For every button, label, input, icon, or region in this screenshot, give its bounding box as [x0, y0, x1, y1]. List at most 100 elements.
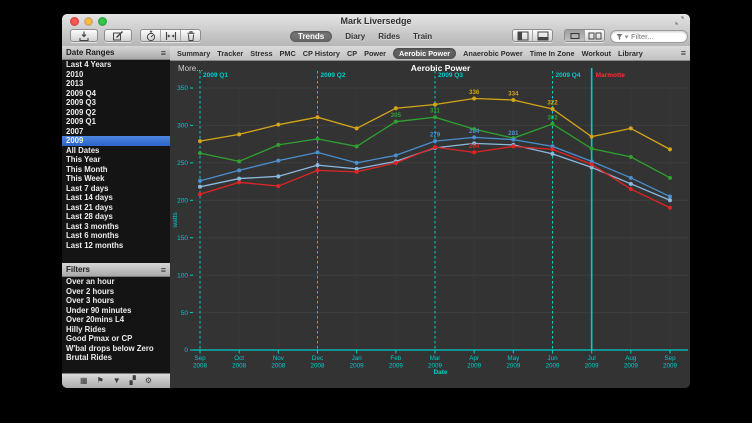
window-titlebar: Mark Liversedge — [62, 14, 690, 27]
date-range-last-12-months[interactable]: Last 12 months — [62, 241, 170, 251]
filter-over-2-hours[interactable]: Over 2 hours — [62, 287, 170, 297]
scope-tab-diary[interactable]: Diary — [345, 32, 365, 41]
date-range-2013[interactable]: 2013 — [62, 79, 170, 89]
svg-text:Dec2008: Dec2008 — [310, 355, 325, 370]
tab-time-in-zone[interactable]: Time In Zone — [530, 49, 575, 58]
filters-menu-icon[interactable]: ≡ — [161, 265, 166, 275]
tiled-view-button[interactable] — [565, 30, 585, 41]
svg-text:Mar2009: Mar2009 — [428, 355, 443, 370]
tab-library[interactable]: Library — [618, 49, 643, 58]
more-link[interactable]: More... — [178, 64, 203, 73]
download-activity-button[interactable] — [70, 29, 98, 42]
tab-tracker[interactable]: Tracker — [217, 49, 243, 58]
date-range-2010[interactable]: 2010 — [62, 70, 170, 80]
svg-text:334: 334 — [508, 90, 519, 97]
date-range-last-14-days[interactable]: Last 14 days — [62, 193, 170, 203]
scope-selector: Trends Diary Rides Train — [290, 29, 432, 43]
scope-tab-rides[interactable]: Rides — [378, 32, 400, 41]
date-range-this-month[interactable]: This Month — [62, 165, 170, 175]
sidebar-toggle-icon — [517, 31, 529, 41]
svg-text:Oct2008: Oct2008 — [232, 355, 247, 370]
svg-text:250: 250 — [177, 160, 188, 167]
date-range-2009-q2[interactable]: 2009 Q2 — [62, 108, 170, 118]
date-ranges-menu-icon[interactable]: ≡ — [161, 48, 166, 58]
date-range-last-21-days[interactable]: Last 21 days — [62, 203, 170, 213]
toggle-lowbar-button[interactable] — [533, 30, 552, 41]
filter-over-20mins-l4[interactable]: Over 20mins L4 — [62, 315, 170, 325]
date-range-last-6-months[interactable]: Last 6 months — [62, 231, 170, 241]
window-chrome: Mark Liversedge — [62, 14, 690, 47]
sidebar-bottom-toolbar: ▦ ⚑ ▼ ▞ ⚙ — [62, 373, 170, 388]
tab-pmc[interactable]: PMC — [280, 49, 296, 58]
tab-workout[interactable]: Workout — [582, 49, 611, 58]
svg-text:264: 264 — [469, 143, 480, 150]
filter-over-an-hour[interactable]: Over an hour — [62, 277, 170, 287]
date-range-last-3-months[interactable]: Last 3 months — [62, 222, 170, 232]
date-range-this-year[interactable]: This Year — [62, 155, 170, 165]
x-axis-title: Date — [433, 369, 447, 375]
trend-chart: 2009 Q12009 Q22009 Q32009 Q4Marmotte0501… — [170, 60, 690, 375]
tab-stress[interactable]: Stress — [250, 49, 272, 58]
date-range-2007[interactable]: 2007 — [62, 127, 170, 137]
tab-summary[interactable]: Summary — [177, 49, 210, 58]
tabbed-view-button[interactable] — [585, 30, 604, 41]
filter-brutal-rides[interactable]: Brutal Rides — [62, 353, 170, 363]
tab-cp[interactable]: CP — [347, 49, 357, 58]
toggle-sidebar-button[interactable] — [513, 30, 533, 41]
tab-cp-history[interactable]: CP History — [303, 49, 340, 58]
tiled-view-icon — [569, 31, 581, 41]
svg-text:150: 150 — [177, 235, 188, 242]
svg-text:322: 322 — [547, 99, 558, 106]
sidebar: Date Ranges ≡ Last 4 Years201020132009 Q… — [62, 46, 170, 388]
bookmark-icon[interactable]: ⚑ — [97, 374, 104, 388]
tab-power[interactable]: Power — [364, 49, 386, 58]
quarter-label-2009-q3: 2009 Q3 — [438, 72, 463, 79]
scope-tab-train[interactable]: Train — [413, 32, 432, 41]
tabbar-menu-icon[interactable]: ≡ — [681, 48, 686, 58]
svg-text:May2009: May2009 — [506, 355, 521, 370]
date-ranges-header[interactable]: Date Ranges ≡ — [62, 46, 170, 60]
date-range-2009-q3[interactable]: 2009 Q3 — [62, 98, 170, 108]
calendar-icon[interactable]: ▦ — [80, 374, 88, 388]
tab-aerobic-power[interactable]: Aerobic Power — [393, 48, 456, 59]
scope-tab-trends[interactable]: Trends — [290, 31, 332, 42]
quarter-label-2009-q2: 2009 Q2 — [321, 72, 346, 79]
delete-activity-button[interactable] — [181, 30, 200, 41]
gear-icon[interactable]: ⚙ — [145, 374, 152, 388]
svg-text:50: 50 — [181, 310, 189, 317]
filters-list: Over an hourOver 2 hoursOver 3 hoursUnde… — [62, 277, 170, 363]
svg-text:284: 284 — [469, 128, 480, 135]
svg-text:Feb2009: Feb2009 — [389, 355, 404, 370]
svg-text:305: 305 — [391, 112, 402, 119]
date-range-last-28-days[interactable]: Last 28 days — [62, 212, 170, 222]
tab-anaerobic-power[interactable]: Anaerobic Power — [463, 49, 523, 58]
filter-hilly-rides[interactable]: Hilly Rides — [62, 325, 170, 335]
date-range-2009-q1[interactable]: 2009 Q1 — [62, 117, 170, 127]
stopwatch-button[interactable] — [141, 30, 161, 41]
fullscreen-icon[interactable] — [675, 16, 684, 25]
svg-text:Sep2009: Sep2009 — [663, 355, 678, 370]
split-activity-button[interactable] — [161, 30, 181, 41]
date-range-2009[interactable]: 2009 — [62, 136, 170, 146]
date-ranges-title: Date Ranges — [66, 48, 114, 57]
svg-text:336: 336 — [469, 89, 480, 96]
filter-under-90-minutes[interactable]: Under 90 minutes — [62, 306, 170, 316]
filter-over-3-hours[interactable]: Over 3 hours — [62, 296, 170, 306]
date-range-all-dates[interactable]: All Dates — [62, 146, 170, 156]
filter-good-pmax-or-cp[interactable]: Good Pmax or CP — [62, 334, 170, 344]
manual-activity-button[interactable] — [104, 29, 132, 42]
chart-icon[interactable]: ▞ — [130, 374, 136, 388]
trash-icon — [185, 30, 197, 42]
date-ranges-list: Last 4 Years201020132009 Q42009 Q32009 Q… — [62, 60, 170, 250]
date-range-this-week[interactable]: This Week — [62, 174, 170, 184]
sidebar-toggles-group — [512, 29, 553, 42]
filter-funnel-icon[interactable] — [616, 33, 629, 41]
filter-w-bal-drops-below-zero[interactable]: W'bal drops below Zero — [62, 344, 170, 354]
date-range-2009-q4[interactable]: 2009 Q4 — [62, 89, 170, 99]
app-window: Mark Liversedge — [62, 14, 690, 388]
date-range-last-7-days[interactable]: Last 7 days — [62, 184, 170, 194]
filter-funnel-icon[interactable]: ▼ — [113, 374, 121, 388]
date-range-last-4-years[interactable]: Last 4 Years — [62, 60, 170, 70]
filter-input[interactable] — [631, 32, 681, 41]
filters-header[interactable]: Filters ≡ — [62, 263, 170, 277]
